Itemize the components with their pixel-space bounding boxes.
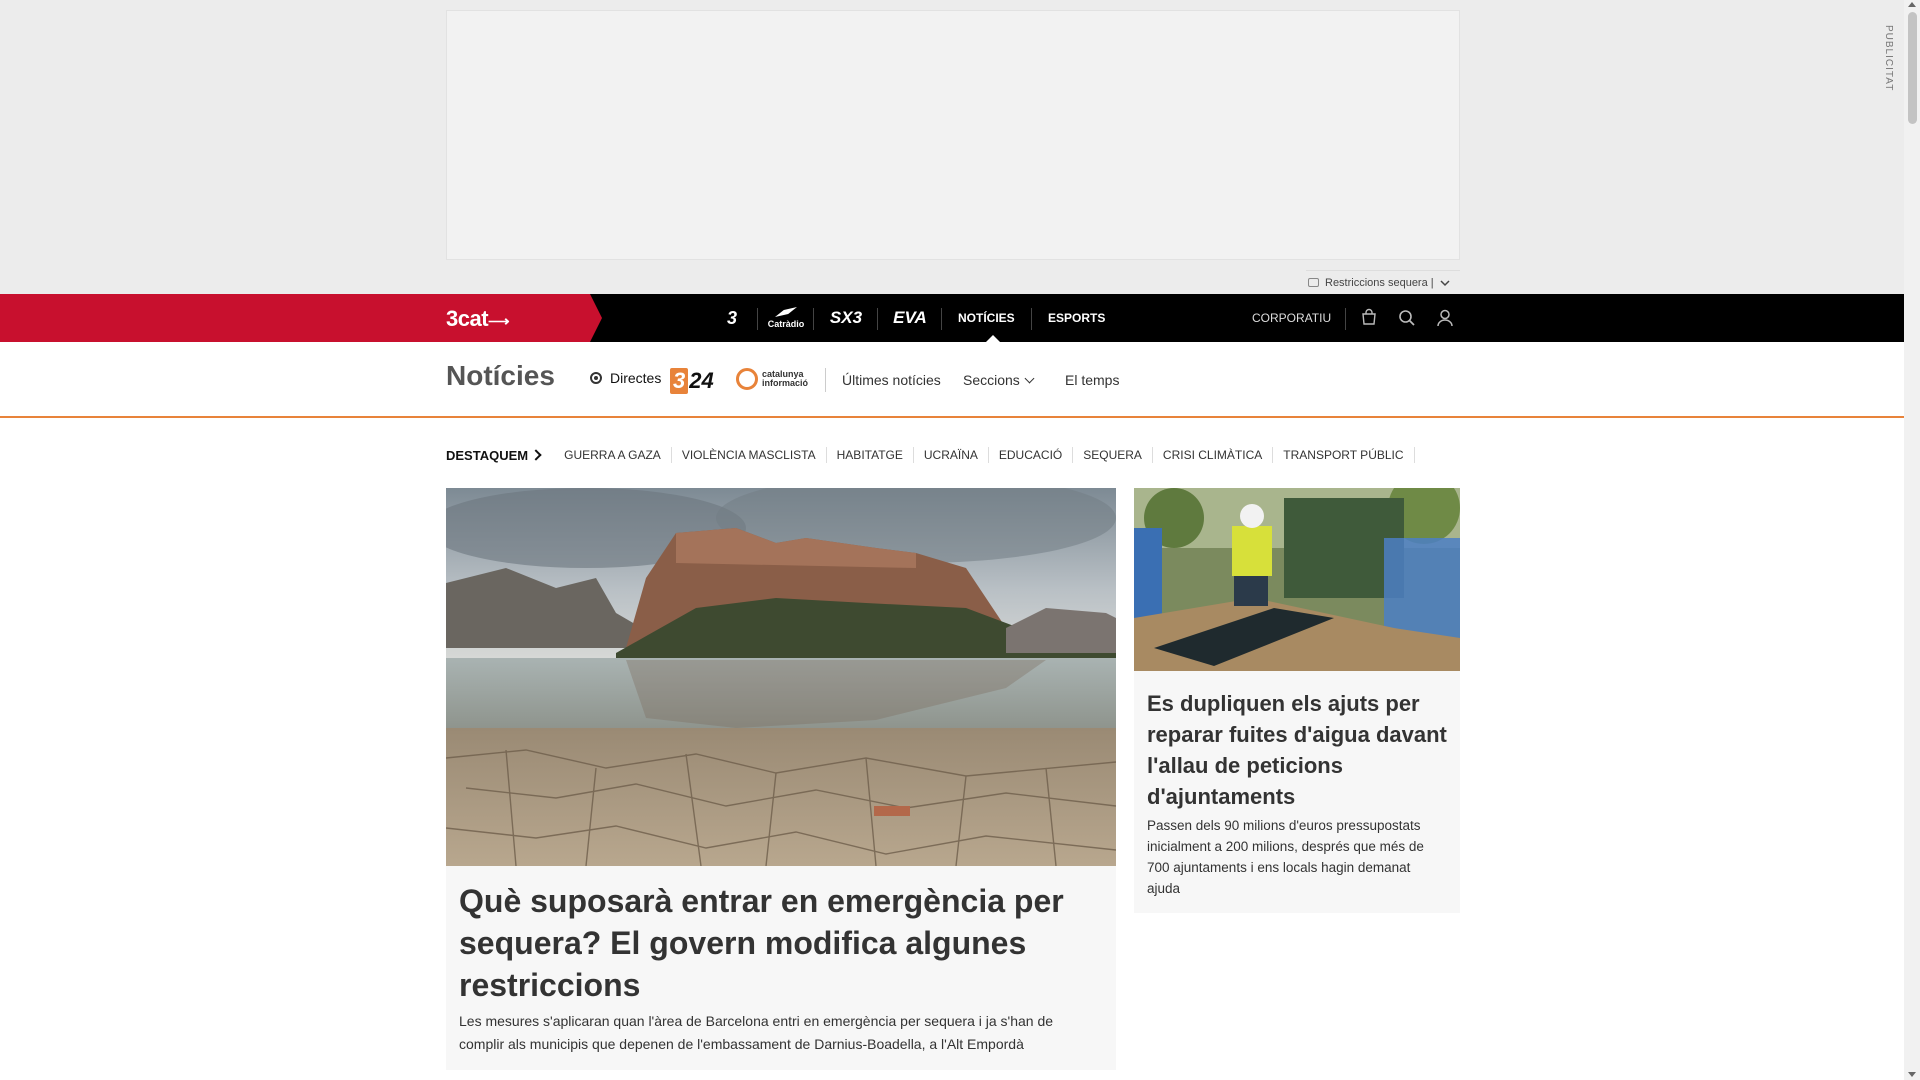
topic-link[interactable]: GUERRA A GAZA bbox=[554, 447, 672, 463]
ticker[interactable]: Restriccions sequera | bbox=[1306, 270, 1460, 294]
topic-link[interactable]: EDUCACIÓ bbox=[989, 447, 1074, 463]
nav-divider bbox=[1031, 308, 1032, 330]
topic-link[interactable]: SEQUERA bbox=[1073, 447, 1153, 463]
scroll-down-arrow-icon[interactable] bbox=[1908, 1072, 1916, 1077]
nav-esports[interactable]: ESPORTS bbox=[1048, 294, 1105, 342]
catinfo-text: catalunya informació bbox=[762, 369, 809, 388]
scroll-thumb[interactable] bbox=[1908, 12, 1917, 124]
main-article-headline[interactable]: Què suposarà entrar en emergència per se… bbox=[459, 880, 1099, 1006]
topic-link[interactable]: VIOLÈNCIA MASCLISTA bbox=[672, 447, 827, 463]
logo-324[interactable]: 3 24 bbox=[670, 368, 714, 394]
tag-icon bbox=[1308, 278, 1319, 287]
topic-link[interactable]: CRISI CLIMÀTICA bbox=[1153, 447, 1274, 463]
channel-eva[interactable]: EVA bbox=[878, 294, 942, 342]
nav-noticies[interactable]: NOTÍCIES bbox=[958, 294, 1015, 342]
scroll-up-arrow-icon[interactable] bbox=[1908, 2, 1916, 7]
channel-tv3-logo: 3 bbox=[726, 307, 737, 328]
header-divider bbox=[825, 368, 826, 392]
logo-catalunya-informacio[interactable]: catalunya informació bbox=[736, 368, 814, 390]
scrollbar[interactable] bbox=[1904, 0, 1920, 1080]
cart-icon[interactable] bbox=[1359, 308, 1379, 328]
logo-324-three: 3 bbox=[670, 368, 689, 394]
el-temps-link[interactable]: El temps bbox=[1065, 372, 1119, 388]
live-icon bbox=[590, 372, 602, 384]
channel-tv3[interactable]: 3 bbox=[706, 294, 758, 342]
destaquem-bar: DESTAQUEM GUERRA A GAZA VIOLÈNCIA MASCLI… bbox=[446, 445, 1415, 465]
channel-sx3-logo: SX3 bbox=[829, 308, 863, 327]
brand-band bbox=[0, 294, 602, 342]
chevron-down-icon bbox=[1024, 373, 1035, 384]
nav-corporatiu[interactable]: CORPORATIU bbox=[1252, 294, 1331, 342]
seccions-dropdown[interactable]: Seccions bbox=[963, 372, 1020, 388]
chevron-down-icon bbox=[1440, 279, 1450, 286]
main-article-summary: Les mesures s'aplicaran quan l'àrea de B… bbox=[459, 1013, 1054, 1052]
section-header: Notícies Directes 3 24 catalunya informac… bbox=[0, 342, 1904, 418]
ticker-text: Restriccions sequera | bbox=[1325, 276, 1434, 289]
chevron-right-icon bbox=[530, 449, 542, 461]
nav-divider bbox=[1345, 308, 1346, 330]
side-article-headline[interactable]: Es dupliquen els ajuts per reparar fuite… bbox=[1147, 688, 1447, 812]
brand-arrow-icon: ⟶ bbox=[488, 313, 510, 330]
channel-catradio-logo: Catràdio bbox=[767, 319, 805, 329]
topic-link[interactable]: TRANSPORT PÚBLIC bbox=[1273, 447, 1415, 463]
catradio-wing-icon bbox=[775, 307, 797, 317]
side-article[interactable]: Es dupliquen els ajuts per reparar fuite… bbox=[1134, 488, 1460, 913]
logo-324-text: 24 bbox=[689, 368, 714, 393]
channel-catradio[interactable]: Catràdio bbox=[758, 294, 814, 342]
ad-slot[interactable]: PUBLICITAT bbox=[446, 10, 1894, 260]
user-icon[interactable] bbox=[1435, 308, 1455, 328]
directes-link[interactable]: Directes bbox=[590, 370, 661, 386]
page-title[interactable]: Notícies bbox=[446, 360, 555, 392]
channel-sx3[interactable]: SX3 bbox=[814, 294, 878, 342]
topic-link[interactable]: HABITATGE bbox=[827, 447, 914, 463]
directes-label: Directes bbox=[610, 370, 662, 386]
main-article[interactable]: Què suposarà entrar en emergència per se… bbox=[446, 488, 1116, 1070]
destaquem-label[interactable]: DESTAQUEM bbox=[446, 448, 528, 463]
reservoir-photo bbox=[446, 488, 1116, 866]
brand-logo[interactable]: 3cat⟶ bbox=[446, 306, 510, 332]
catinfo-circle-icon bbox=[736, 368, 758, 390]
ad-label: PUBLICITAT bbox=[1883, 25, 1894, 92]
top-navigation: 3cat⟶ 3 Catràdio SX3 EVA NOTÍCIES ESPORT… bbox=[0, 294, 1904, 342]
brand-logo-text: 3cat bbox=[446, 306, 489, 331]
search-icon[interactable] bbox=[1397, 308, 1417, 328]
channel-eva-logo: EVA bbox=[893, 308, 927, 327]
worker-pipe-photo bbox=[1134, 488, 1460, 671]
ultimes-noticies-link[interactable]: Últimes notícies bbox=[842, 372, 941, 388]
main-article-image[interactable] bbox=[446, 488, 1116, 866]
topic-link[interactable]: UCRAÏNA bbox=[914, 447, 989, 463]
side-article-image[interactable] bbox=[1134, 488, 1460, 671]
advertising-band: PUBLICITAT Restriccions sequera | bbox=[0, 0, 1904, 294]
side-article-summary: Passen dels 90 milions d'euros pressupos… bbox=[1147, 818, 1424, 896]
